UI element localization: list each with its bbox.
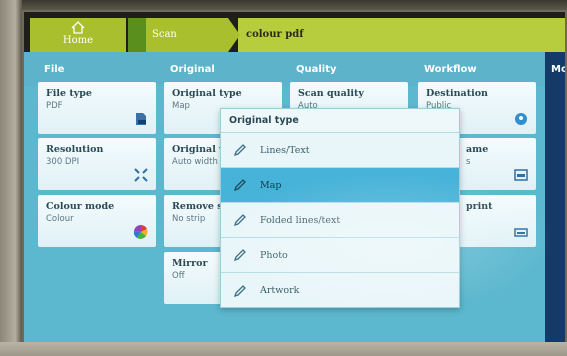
tab-more[interactable]: Mo xyxy=(545,52,565,342)
breadcrumb-scan[interactable]: Scan xyxy=(146,18,228,52)
option-label: Folded lines/text xyxy=(260,214,341,226)
resolution-label: Resolution xyxy=(46,144,104,155)
tab-more-label: Mo xyxy=(551,64,565,75)
dropdown-title: Original type xyxy=(221,109,459,133)
colour-mode-tile[interactable]: Colour mode Colour xyxy=(38,195,156,247)
option-folded-lines-text[interactable]: Folded lines/text xyxy=(221,203,459,238)
file-type-tile[interactable]: File type PDF xyxy=(38,82,156,134)
pdf-file-icon xyxy=(136,113,146,125)
home-label: Home xyxy=(62,35,94,46)
breadcrumb-separator xyxy=(128,18,146,52)
column-header-file: File xyxy=(44,64,65,75)
column-header-workflow: Workflow xyxy=(424,64,477,75)
file-type-value: PDF xyxy=(46,101,63,111)
option-photo[interactable]: Photo xyxy=(221,238,459,273)
bezel-left xyxy=(0,0,22,356)
destination-label: Destination xyxy=(426,88,488,99)
resolution-value: 300 DPI xyxy=(46,157,80,167)
option-lines-text[interactable]: Lines/Text xyxy=(221,133,459,168)
pencil-icon xyxy=(233,179,246,192)
colour-wheel-icon xyxy=(134,225,148,239)
colour-mode-label: Colour mode xyxy=(46,201,115,212)
location-icon xyxy=(515,113,527,125)
option-artwork[interactable]: Artwork xyxy=(221,273,459,308)
touch-screen: Home Scan colour pdf File Original Quali… xyxy=(24,12,565,342)
original-type-label: Original type xyxy=(172,88,242,99)
resolution-tile[interactable]: Resolution 300 DPI xyxy=(38,138,156,190)
print-icon xyxy=(514,228,528,237)
option-label: Lines/Text xyxy=(260,144,310,156)
pencil-icon xyxy=(233,284,246,297)
column-header-original: Original xyxy=(170,64,215,75)
breadcrumb-current: colour pdf xyxy=(238,18,565,52)
colour-mode-value: Colour xyxy=(46,214,74,224)
column-header-row xyxy=(24,52,565,86)
option-map[interactable]: Map xyxy=(221,168,459,203)
pencil-icon xyxy=(233,249,246,262)
column-header-quality: Quality xyxy=(296,64,337,75)
breadcrumb-arrow-icon xyxy=(228,18,240,52)
pencil-icon xyxy=(233,214,246,227)
pencil-icon xyxy=(233,144,246,157)
file-name-icon xyxy=(514,169,528,181)
bezel-top xyxy=(0,0,567,10)
file-type-label: File type xyxy=(46,88,92,99)
option-label: Photo xyxy=(260,249,288,261)
scan-quality-label: Scan quality xyxy=(298,88,364,99)
original-type-dropdown: Original type Lines/Text Map Folded line… xyxy=(220,108,460,308)
resolution-icon xyxy=(134,168,148,182)
home-icon xyxy=(71,21,85,34)
bezel-bottom xyxy=(0,342,567,356)
home-button[interactable]: Home xyxy=(30,18,126,52)
option-label: Map xyxy=(260,179,282,191)
breadcrumb-bar: Home Scan colour pdf xyxy=(24,12,565,52)
option-label: Artwork xyxy=(260,285,300,296)
